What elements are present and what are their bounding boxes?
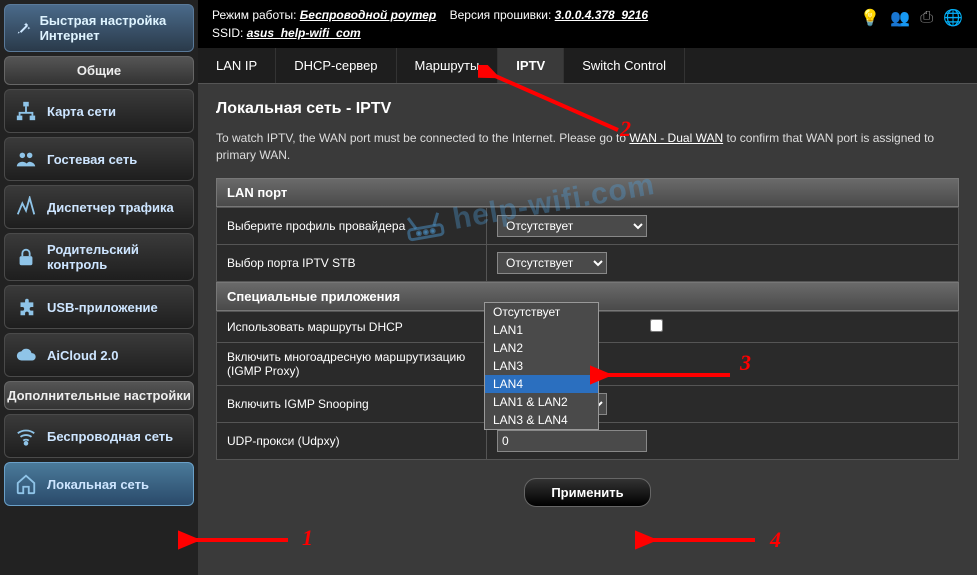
ssid-label: SSID: xyxy=(212,26,243,40)
network-icon xyxy=(15,100,37,122)
sidebar-item-label: Гостевая сеть xyxy=(47,152,137,167)
iptv-stb-dropdown-list[interactable]: ОтсутствуетLAN1LAN2LAN3LAN4LAN1 & LAN2LA… xyxy=(484,302,599,430)
dropdown-option[interactable]: LAN1 & LAN2 xyxy=(485,393,598,411)
dropdown-option[interactable]: LAN3 xyxy=(485,357,598,375)
row-provider-label: Выберите профиль провайдера xyxy=(217,207,487,244)
provider-profile-select[interactable]: Отсутствует xyxy=(497,215,647,237)
udp-proxy-input[interactable] xyxy=(497,430,647,452)
magic-wand-icon xyxy=(15,17,32,39)
sidebar-item-label: Родительский контроль xyxy=(47,242,183,272)
dropdown-option[interactable]: LAN3 & LAN4 xyxy=(485,411,598,429)
dropdown-option[interactable]: LAN4 xyxy=(485,375,598,393)
top-icons: 💡 👥 ⎙ 🌐 xyxy=(860,6,963,28)
dropdown-option[interactable]: LAN1 xyxy=(485,321,598,339)
group-lan-port: LAN порт xyxy=(216,178,959,207)
apply-button[interactable]: Применить xyxy=(524,478,650,507)
sidebar-item-label: Диспетчер трафика xyxy=(47,200,174,215)
row-snoop-label: Включить IGMP Snooping xyxy=(217,385,487,422)
clients-icon[interactable]: 👥 xyxy=(890,8,910,28)
sidebar-item-usb-app[interactable]: USB-приложение xyxy=(4,285,194,329)
sidebar-item-network-map[interactable]: Карта сети xyxy=(4,89,194,133)
usb-status-icon[interactable]: ⎙ xyxy=(920,9,933,27)
wifi-icon xyxy=(15,425,37,447)
dhcp-routes-checkbox[interactable] xyxy=(650,319,663,332)
puzzle-icon xyxy=(15,296,37,318)
sidebar-item-label: Беспроводная сеть xyxy=(47,429,173,444)
lan-port-table: Выберите профиль провайдера Отсутствует … xyxy=(216,207,959,282)
home-icon xyxy=(15,473,37,495)
row-stb-label: Выбор порта IPTV STB xyxy=(217,244,487,281)
tab-routes[interactable]: Маршруты xyxy=(397,48,499,83)
tabs: LAN IP DHCP-сервер Маршруты IPTV Switch … xyxy=(198,48,977,84)
dropdown-option[interactable]: LAN2 xyxy=(485,339,598,357)
firmware-label: Версия прошивки: xyxy=(450,8,552,22)
row-dhcp-label: Использовать маршруты DHCP xyxy=(217,311,487,342)
content-area: Режим работы: Беспроводной роутер Версия… xyxy=(198,0,977,575)
cloud-icon xyxy=(15,344,37,366)
quick-setup-button[interactable]: Быстрая настройка Интернет xyxy=(4,4,194,52)
guests-icon xyxy=(15,148,37,170)
row-udpxy-label: UDP-прокси (Udpxy) xyxy=(217,422,487,459)
section-advanced-header: Дополнительные настройки xyxy=(4,381,194,410)
sidebar-item-label: USB-приложение xyxy=(47,300,158,315)
mode-label: Режим работы: xyxy=(212,8,296,22)
sidebar-item-lan[interactable]: Локальная сеть xyxy=(4,462,194,506)
row-igmp-label: Включить многоадресную маршрутизацию (IG… xyxy=(217,342,487,385)
sidebar-item-label: AiCloud 2.0 xyxy=(47,348,119,363)
sidebar-item-aicloud[interactable]: AiCloud 2.0 xyxy=(4,333,194,377)
sidebar-item-label: Локальная сеть xyxy=(47,477,149,492)
iptv-stb-port-select[interactable]: Отсутствует xyxy=(497,252,607,274)
sidebar-item-label: Карта сети xyxy=(47,104,116,119)
sidebar: Быстрая настройка Интернет Общие Карта с… xyxy=(0,0,198,575)
topbar: Режим работы: Беспроводной роутер Версия… xyxy=(198,0,977,48)
mode-value[interactable]: Беспроводной роутер xyxy=(300,8,436,22)
tab-lan-ip[interactable]: LAN IP xyxy=(198,48,276,83)
sidebar-item-traffic-manager[interactable]: Диспетчер трафика xyxy=(4,185,194,229)
quick-setup-label: Быстрая настройка Интернет xyxy=(40,13,183,43)
sidebar-item-parental-control[interactable]: Родительский контроль xyxy=(4,233,194,281)
tab-iptv[interactable]: IPTV xyxy=(498,48,564,83)
section-general-header: Общие xyxy=(4,56,194,85)
dropdown-option[interactable]: Отсутствует xyxy=(485,303,598,321)
panel-title: Локальная сеть - IPTV xyxy=(216,100,959,118)
wan-dual-wan-link[interactable]: WAN - Dual WAN xyxy=(629,131,723,145)
firmware-value[interactable]: 3.0.0.4.378_9216 xyxy=(555,8,648,22)
tab-switch-control[interactable]: Switch Control xyxy=(564,48,685,83)
sidebar-item-guest-network[interactable]: Гостевая сеть xyxy=(4,137,194,181)
globe-icon[interactable]: 🌐 xyxy=(943,8,963,28)
bulb-icon[interactable]: 💡 xyxy=(860,8,880,28)
traffic-icon xyxy=(15,196,37,218)
tab-dhcp-server[interactable]: DHCP-сервер xyxy=(276,48,396,83)
ssid-value[interactable]: asus_help-wifi_com xyxy=(247,26,361,40)
panel-description: To watch IPTV, the WAN port must be conn… xyxy=(216,130,959,164)
lock-icon xyxy=(15,246,37,268)
sidebar-item-wireless[interactable]: Беспроводная сеть xyxy=(4,414,194,458)
